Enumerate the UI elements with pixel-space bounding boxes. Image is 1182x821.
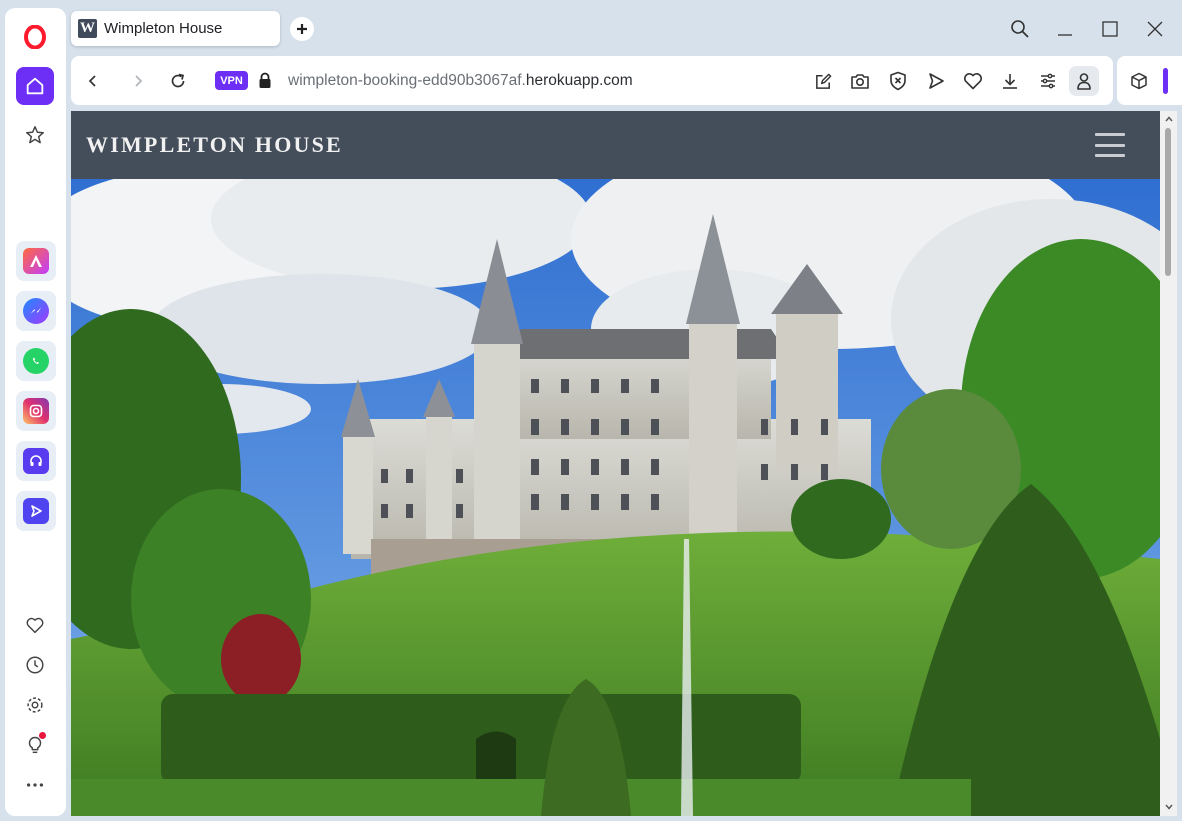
hero-castle-image	[71, 179, 1160, 816]
whatsapp-icon	[23, 348, 49, 374]
extensions-area	[1117, 56, 1182, 105]
url-prefix: wimpleton-booking-edd90b3067af.	[288, 72, 526, 89]
sidebar-toggle-indicator[interactable]	[1163, 68, 1168, 94]
sidebar-app-messenger[interactable]	[16, 291, 56, 331]
sidebar-app-aria[interactable]	[16, 241, 56, 281]
sidebar-app-music[interactable]	[16, 441, 56, 481]
close-icon	[1147, 21, 1163, 37]
maximize-button[interactable]	[1095, 14, 1125, 44]
hamburger-line	[1095, 154, 1125, 157]
snapshot-button[interactable]	[847, 68, 873, 94]
search-icon	[1011, 20, 1029, 38]
tab-title: Wimpleton House	[104, 20, 223, 37]
sidebar-more-button[interactable]	[16, 766, 54, 804]
hamburger-line	[1095, 133, 1125, 136]
opera-sidebar	[5, 8, 66, 816]
hamburger-line	[1095, 143, 1125, 147]
sidebar-settings-button[interactable]	[16, 686, 54, 724]
site-brand[interactable]: WIMPLETON HOUSE	[86, 132, 343, 158]
plus-icon	[297, 24, 307, 34]
url-field[interactable]: wimpleton-booking-edd90b3067af.herokuapp…	[288, 72, 633, 90]
home-icon	[26, 77, 44, 95]
back-button[interactable]	[79, 67, 107, 95]
close-window-button[interactable]	[1140, 14, 1170, 44]
more-icon	[26, 783, 44, 787]
new-tab-button[interactable]	[290, 17, 314, 41]
scroll-up-arrow-icon[interactable]	[1164, 114, 1174, 124]
address-bar: VPN wimpleton-booking-edd90b3067af.herok…	[71, 56, 1113, 105]
messenger-icon	[23, 298, 49, 324]
site-navbar: WIMPLETON HOUSE	[71, 111, 1160, 179]
minimize-button[interactable]	[1050, 14, 1080, 44]
camera-icon	[851, 73, 869, 89]
send-button[interactable]	[923, 68, 949, 94]
settings-icon	[27, 697, 43, 713]
page-scrollbar[interactable]	[1160, 111, 1177, 816]
page-viewport: WIMPLETON HOUSE	[71, 111, 1177, 816]
vpn-badge[interactable]: VPN	[215, 71, 248, 90]
sidebar-app-whatsapp[interactable]	[16, 341, 56, 381]
sidebar-app-player[interactable]	[16, 491, 56, 531]
aria-icon	[23, 248, 49, 274]
bookmarks-button[interactable]	[16, 116, 54, 154]
url-host: herokuapp.com	[525, 72, 633, 89]
download-icon	[1003, 74, 1017, 89]
profile-button[interactable]	[1069, 66, 1099, 96]
ad-blocker-button[interactable]	[885, 68, 911, 94]
maximize-icon	[1102, 21, 1118, 37]
send-icon	[929, 73, 944, 89]
home-button[interactable]	[16, 67, 54, 105]
downloads-button[interactable]	[997, 68, 1023, 94]
notification-dot	[39, 732, 46, 739]
music-player-icon	[23, 448, 49, 474]
tab-favicon: W	[78, 19, 97, 38]
edit-icon	[815, 73, 831, 89]
cube-icon	[1131, 72, 1147, 90]
forward-button[interactable]	[124, 67, 152, 95]
browser-tab[interactable]: W Wimpleton House	[71, 11, 280, 46]
reload-icon	[171, 73, 185, 88]
bookmark-page-button[interactable]	[960, 68, 986, 94]
opera-logo-icon[interactable]	[16, 18, 54, 56]
chevron-right-icon	[135, 75, 143, 87]
reload-button[interactable]	[164, 67, 192, 95]
lock-icon[interactable]	[258, 72, 272, 94]
heart-icon	[26, 617, 44, 634]
scrollbar-thumb[interactable]	[1165, 128, 1171, 276]
history-icon	[26, 656, 44, 674]
sidebar-pinboards-button[interactable]	[16, 606, 54, 644]
shield-x-icon	[890, 71, 906, 91]
sidebar-app-instagram[interactable]	[16, 391, 56, 431]
tab-search-button[interactable]	[1005, 14, 1035, 44]
extensions-button[interactable]	[1126, 68, 1152, 94]
heart-icon	[964, 73, 982, 90]
player-icon	[23, 498, 49, 524]
menu-toggle-button[interactable]	[1093, 131, 1127, 159]
profile-icon	[1077, 73, 1091, 90]
instagram-icon	[23, 398, 49, 424]
sidebar-history-button[interactable]	[16, 646, 54, 684]
star-icon	[26, 126, 44, 144]
minimize-icon	[1058, 34, 1072, 36]
scroll-down-arrow-icon[interactable]	[1164, 802, 1174, 812]
easy-setup-icon	[1041, 73, 1055, 89]
sidebar-tips-button[interactable]	[16, 726, 54, 764]
chevron-left-icon	[88, 75, 96, 87]
easy-setup-button[interactable]	[1035, 68, 1061, 94]
edit-button[interactable]	[810, 68, 836, 94]
